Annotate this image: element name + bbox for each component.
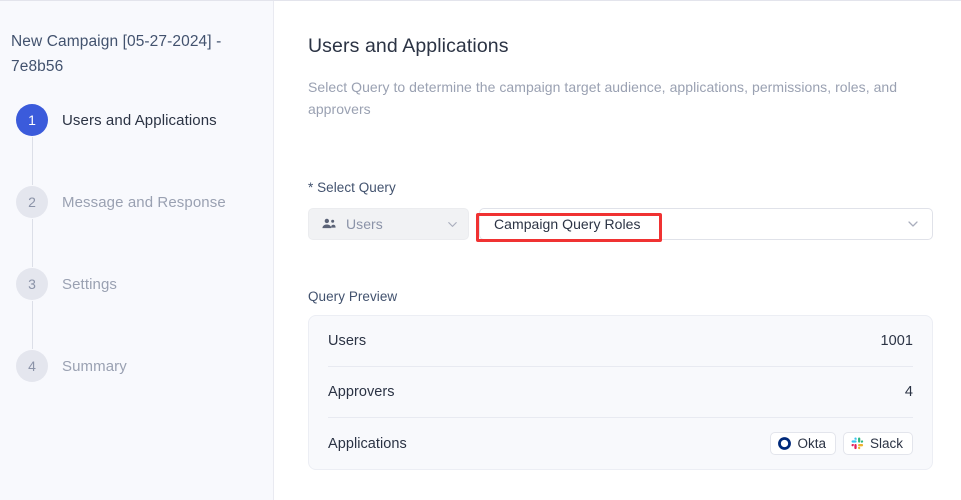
sidebar-step-settings[interactable]: 3 Settings (11, 265, 259, 303)
page-title: Users and Applications (308, 35, 509, 57)
wizard-sidebar: New Campaign [05-27-2024] - 7e8b56 1 Use… (0, 1, 274, 500)
campaign-title: New Campaign [05-27-2024] - 7e8b56 (11, 33, 222, 75)
application-chip-okta[interactable]: Okta (770, 432, 836, 455)
preview-row-approvers: Approvers 4 (328, 367, 913, 418)
query-select[interactable]: Campaign Query Roles (479, 208, 933, 240)
application-chip-slack-label: Slack (869, 436, 903, 451)
okta-icon (778, 437, 792, 450)
step-connector-1-2 (32, 137, 33, 185)
sidebar-step-summary[interactable]: 4 Summary (11, 347, 259, 385)
wizard-steps: 1 Users and Applications 2 Message and R… (11, 101, 259, 385)
query-select-value: Campaign Query Roles (494, 216, 641, 232)
sidebar-step-users-and-applications[interactable]: 1 Users and Applications (11, 101, 259, 139)
entity-type-select[interactable]: Users (308, 208, 469, 240)
query-preview-card: Users 1001 Approvers 4 Applications Okta… (308, 315, 933, 470)
step-connector-3-4 (32, 301, 33, 349)
step-number-badge-2: 2 (16, 186, 48, 218)
select-query-label: * Select Query (308, 180, 396, 195)
step-number-badge-4: 4 (16, 350, 48, 382)
application-chip-list: Okta Slack (770, 432, 913, 455)
step-label-1: Users and Applications (62, 111, 217, 129)
query-preview-label: Query Preview (308, 289, 398, 304)
page-subtitle: Select Query to determine the campaign t… (308, 79, 898, 117)
step-label-3: Settings (62, 275, 117, 293)
step-number-4: 4 (28, 358, 36, 374)
people-group-icon (321, 216, 337, 232)
application-chip-okta-label: Okta (797, 436, 826, 451)
main-content: Users and Applications Select Query to d… (274, 1, 961, 500)
step-number-badge-3: 3 (16, 268, 48, 300)
step-number-1: 1 (28, 112, 36, 128)
preview-key-approvers: Approvers (328, 384, 395, 400)
step-number-badge-1: 1 (16, 104, 48, 136)
preview-value-users: 1001 (880, 333, 913, 349)
step-connector-2-3 (32, 219, 33, 267)
step-label-4: Summary (62, 357, 127, 375)
slack-icon (851, 437, 864, 450)
preview-row-users: Users 1001 (328, 316, 913, 367)
application-chip-slack[interactable]: Slack (842, 432, 913, 455)
entity-type-value: Users (346, 216, 383, 232)
sidebar-step-message-and-response[interactable]: 2 Message and Response (11, 183, 259, 221)
chevron-down-icon (906, 217, 920, 231)
preview-value-approvers: 4 (904, 384, 913, 400)
step-number-2: 2 (28, 194, 36, 210)
select-query-row: Users Campaign Query Roles (308, 208, 933, 240)
step-label-2: Message and Response (62, 193, 226, 211)
preview-key-applications: Applications (328, 435, 407, 452)
chevron-down-icon (446, 218, 459, 231)
preview-key-users: Users (328, 333, 367, 349)
step-number-3: 3 (28, 276, 36, 292)
campaign-wizard-page: New Campaign [05-27-2024] - 7e8b56 1 Use… (0, 0, 961, 500)
preview-row-applications: Applications Okta Slack (328, 418, 913, 469)
